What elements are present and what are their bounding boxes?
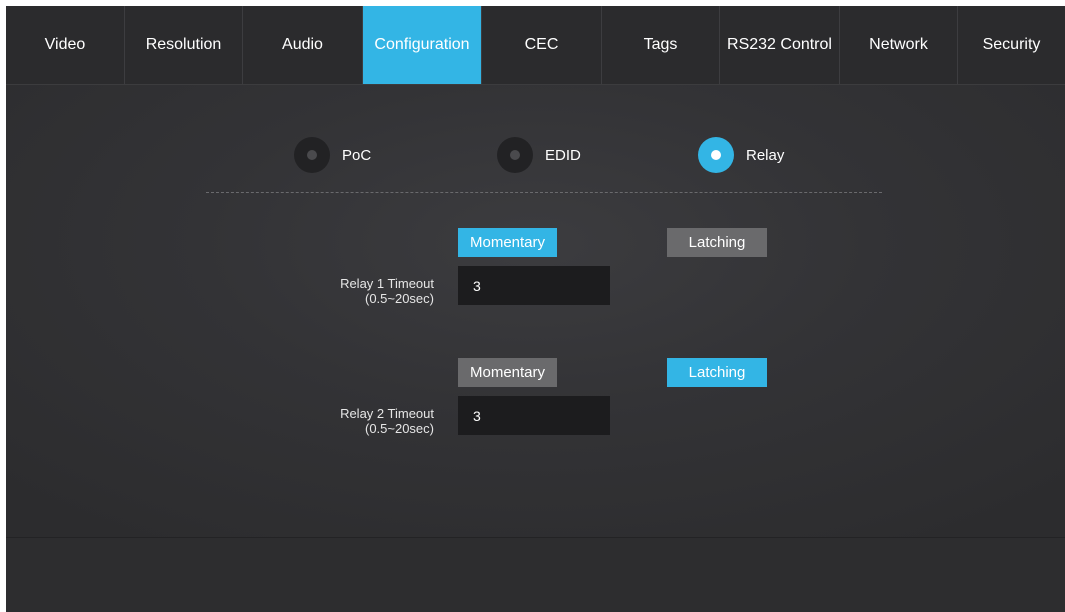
relay1-timeout-label: Relay 1 Timeout (0.5~20sec)	[274, 276, 434, 306]
tab-bar: Video Resolution Audio Configuration CEC…	[6, 6, 1065, 85]
tab-configuration[interactable]: Configuration	[363, 6, 482, 84]
radio-edid-label: EDID	[545, 146, 581, 164]
radio-edid-indicator[interactable]	[497, 137, 533, 173]
radio-poc-label: PoC	[342, 146, 372, 164]
relay2-timeout-label-line2: (0.5~20sec)	[364, 421, 434, 436]
relay1-timeout-label-line2: (0.5~20sec)	[364, 291, 434, 306]
tab-cec[interactable]: CEC	[482, 6, 602, 84]
tab-security[interactable]: Security	[958, 6, 1065, 84]
radio-edid[interactable]: EDID	[497, 137, 581, 173]
relay2-latching-button[interactable]: Latching	[667, 358, 767, 387]
configuration-panel: PoC EDID Relay Momentary Latching Relay …	[6, 85, 1065, 537]
relay1-timeout-label-line1: Relay 1 Timeout	[340, 276, 434, 291]
relay1-timeout-input[interactable]	[458, 266, 610, 305]
radio-dot-icon	[307, 150, 317, 160]
relay2-momentary-button[interactable]: Momentary	[458, 358, 557, 387]
radio-dot-icon	[510, 150, 520, 160]
radio-dot-icon	[711, 150, 721, 160]
relay1-latching-button[interactable]: Latching	[667, 228, 767, 257]
relay2-timeout-input[interactable]	[458, 396, 610, 435]
footer-bar	[6, 537, 1065, 612]
tab-network[interactable]: Network	[840, 6, 958, 84]
radio-relay[interactable]: Relay	[698, 137, 784, 173]
radio-relay-label: Relay	[746, 146, 785, 164]
relay2-timeout-label-line1: Relay 2 Timeout	[340, 406, 434, 421]
tab-audio[interactable]: Audio	[243, 6, 363, 84]
radio-poc-indicator[interactable]	[294, 137, 330, 173]
tab-resolution[interactable]: Resolution	[125, 6, 243, 84]
radio-poc[interactable]: PoC	[294, 137, 371, 173]
tab-video[interactable]: Video	[6, 6, 125, 84]
relay2-timeout-label: Relay 2 Timeout (0.5~20sec)	[274, 406, 434, 436]
tab-tags[interactable]: Tags	[602, 6, 720, 84]
radio-relay-indicator[interactable]	[698, 137, 734, 173]
app-frame: Video Resolution Audio Configuration CEC…	[6, 6, 1065, 612]
relay1-momentary-button[interactable]: Momentary	[458, 228, 557, 257]
section-divider	[206, 192, 882, 193]
tab-rs232-control[interactable]: RS232 Control	[720, 6, 840, 84]
